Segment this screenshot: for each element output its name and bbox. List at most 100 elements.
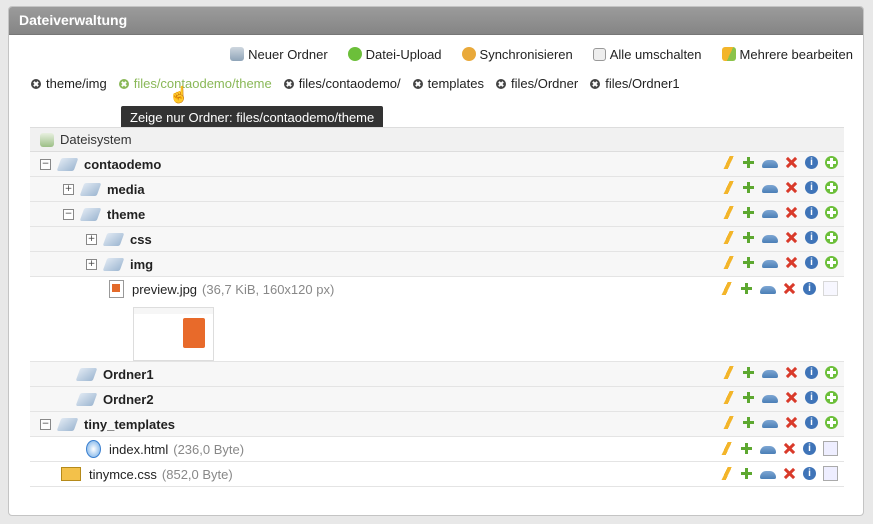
edit-icon[interactable] <box>722 181 735 194</box>
new-folder-button[interactable]: Neuer Ordner <box>230 47 328 62</box>
move-icon[interactable] <box>760 286 776 294</box>
edit-icon[interactable] <box>720 282 733 295</box>
delete-icon[interactable] <box>785 181 798 194</box>
copy-icon[interactable] <box>742 181 755 194</box>
edit-icon[interactable] <box>722 206 735 219</box>
copy-icon[interactable] <box>740 467 753 480</box>
info-icon[interactable]: i <box>805 366 818 379</box>
tree-row[interactable]: + img i <box>30 252 844 277</box>
delete-icon[interactable] <box>783 442 796 455</box>
edit-icon[interactable] <box>722 231 735 244</box>
copy-icon[interactable] <box>740 442 753 455</box>
toggle-all-button[interactable]: Alle umschalten <box>592 47 702 62</box>
copy-icon[interactable] <box>742 231 755 244</box>
upload-here-icon[interactable] <box>825 181 838 194</box>
edit-icon[interactable] <box>722 156 735 169</box>
tree-row[interactable]: Ordner2 i <box>30 387 844 412</box>
breadcrumb-item-active[interactable]: files/contaodemo/theme <box>118 76 272 91</box>
copy-icon[interactable] <box>742 156 755 169</box>
edit-icon[interactable] <box>720 467 733 480</box>
file-name[interactable]: preview.jpg <box>132 282 197 297</box>
upload-here-icon[interactable] <box>825 366 838 379</box>
delete-icon[interactable] <box>785 416 798 429</box>
delete-icon[interactable] <box>783 282 796 295</box>
info-icon[interactable]: i <box>805 231 818 244</box>
move-icon[interactable] <box>762 420 778 428</box>
copy-icon[interactable] <box>740 282 753 295</box>
breadcrumb-item[interactable]: files/contaodemo/ <box>283 76 401 91</box>
upload-here-icon[interactable] <box>825 156 838 169</box>
upload-button[interactable]: Datei-Upload <box>347 47 442 62</box>
info-icon[interactable]: i <box>805 156 818 169</box>
expand-icon[interactable]: + <box>63 183 74 195</box>
tree-row[interactable]: tinymce.css (852,0 Byte) i <box>30 462 844 487</box>
tree-row[interactable]: + media i <box>30 177 844 202</box>
upload-here-icon[interactable] <box>825 256 838 269</box>
upload-here-icon[interactable] <box>825 231 838 244</box>
preview-icon[interactable] <box>823 441 838 456</box>
folder-name[interactable]: contaodemo <box>84 157 161 172</box>
tree-row[interactable]: − theme i <box>30 202 844 227</box>
folder-name[interactable]: css <box>130 232 152 247</box>
move-icon[interactable] <box>762 185 778 193</box>
folder-name[interactable]: media <box>107 182 145 197</box>
copy-icon[interactable] <box>742 416 755 429</box>
move-icon[interactable] <box>762 260 778 268</box>
folder-name[interactable]: img <box>130 257 153 272</box>
delete-icon[interactable] <box>785 366 798 379</box>
move-icon[interactable] <box>762 370 778 378</box>
folder-name[interactable]: tiny_templates <box>84 417 175 432</box>
move-icon[interactable] <box>762 235 778 243</box>
move-icon[interactable] <box>760 446 776 454</box>
delete-icon[interactable] <box>785 391 798 404</box>
folder-name[interactable]: theme <box>107 207 145 222</box>
info-icon[interactable]: i <box>803 467 816 480</box>
info-icon[interactable]: i <box>805 181 818 194</box>
collapse-icon[interactable]: − <box>40 158 51 170</box>
copy-icon[interactable] <box>742 206 755 219</box>
edit-multiple-button[interactable]: Mehrere bearbeiten <box>721 47 853 62</box>
edit-icon[interactable] <box>722 366 735 379</box>
breadcrumb-item[interactable]: templates <box>412 76 484 91</box>
tree-row[interactable]: Ordner1 i <box>30 362 844 387</box>
delete-icon[interactable] <box>785 206 798 219</box>
edit-icon[interactable] <box>720 442 733 455</box>
tree-row[interactable]: − contaodemo i <box>30 152 844 177</box>
info-icon[interactable]: i <box>805 391 818 404</box>
tree-row[interactable]: preview.jpg (36,7 KiB, 160x120 px) i <box>30 277 844 362</box>
sync-button[interactable]: Synchronisieren <box>461 47 573 62</box>
preview-icon[interactable] <box>823 281 838 296</box>
delete-icon[interactable] <box>785 156 798 169</box>
copy-icon[interactable] <box>742 366 755 379</box>
edit-icon[interactable] <box>722 256 735 269</box>
delete-icon[interactable] <box>785 256 798 269</box>
breadcrumb-item[interactable]: files/Ordner1 <box>590 76 680 91</box>
expand-icon[interactable]: + <box>86 258 97 270</box>
delete-icon[interactable] <box>783 467 796 480</box>
delete-icon[interactable] <box>785 231 798 244</box>
move-icon[interactable] <box>762 160 778 168</box>
breadcrumb-item[interactable]: files/Ordner <box>496 76 578 91</box>
file-name[interactable]: tinymce.css <box>89 467 157 482</box>
copy-icon[interactable] <box>742 391 755 404</box>
copy-icon[interactable] <box>742 256 755 269</box>
info-icon[interactable]: i <box>803 282 816 295</box>
breadcrumb-item[interactable]: theme/img <box>31 76 107 91</box>
info-icon[interactable]: i <box>805 206 818 219</box>
upload-here-icon[interactable] <box>825 391 838 404</box>
info-icon[interactable]: i <box>805 256 818 269</box>
move-icon[interactable] <box>762 210 778 218</box>
move-icon[interactable] <box>760 471 776 479</box>
collapse-icon[interactable]: − <box>63 208 74 220</box>
preview-icon[interactable] <box>823 466 838 481</box>
info-icon[interactable]: i <box>805 416 818 429</box>
upload-here-icon[interactable] <box>825 416 838 429</box>
edit-icon[interactable] <box>722 416 735 429</box>
tree-row[interactable]: − tiny_templates i <box>30 412 844 437</box>
tree-row[interactable]: + css i <box>30 227 844 252</box>
tree-row[interactable]: index.html (236,0 Byte) i <box>30 437 844 462</box>
folder-name[interactable]: Ordner2 <box>103 392 154 407</box>
file-name[interactable]: index.html <box>109 442 168 457</box>
edit-icon[interactable] <box>722 391 735 404</box>
collapse-icon[interactable]: − <box>40 418 51 430</box>
